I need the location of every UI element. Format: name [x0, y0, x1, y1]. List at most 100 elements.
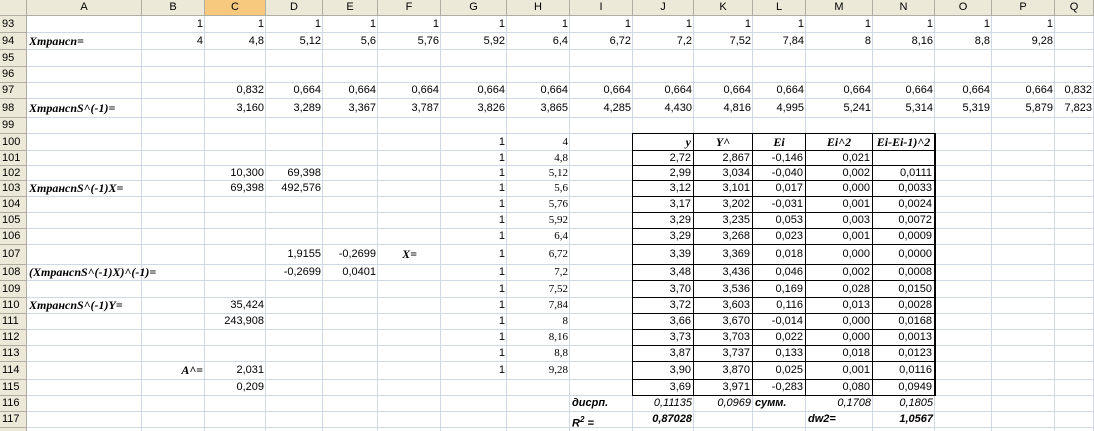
row-header-99[interactable]: 99 — [0, 118, 27, 134]
cell-h98[interactable]: 3,865 — [507, 99, 570, 118]
residual-cell-14-2[interactable]: 3,870 — [694, 362, 753, 380]
cell-d102[interactable]: 69,398 — [266, 166, 323, 181]
column-header-p[interactable]: P — [992, 0, 1055, 16]
cell-l97[interactable]: 0,664 — [753, 83, 806, 99]
x-matrix-value-13[interactable]: 8,16 — [507, 330, 570, 346]
x-matrix-value-15[interactable]: 9,28 — [507, 362, 570, 380]
cell-m98[interactable]: 5,241 — [806, 99, 873, 118]
residual-cell-5-5[interactable]: 0,0072 — [873, 213, 935, 229]
row-header-115[interactable]: 115 — [0, 380, 27, 396]
residual-cell-3-1[interactable]: 3,12 — [633, 181, 694, 197]
cell-e97[interactable]: 0,664 — [323, 83, 378, 99]
cell-q97[interactable]: 0,832 — [1055, 83, 1094, 99]
cell-j97[interactable]: 0,664 — [633, 83, 694, 99]
column-header-d[interactable]: D — [266, 0, 323, 16]
residual-cell-9-2[interactable]: 3,536 — [694, 281, 753, 298]
residual-cell-11-4[interactable]: 0,000 — [806, 314, 873, 330]
cell-k98[interactable]: 4,816 — [694, 99, 753, 118]
residual-cell-15-3[interactable]: -0,283 — [753, 380, 806, 396]
x-matrix-one-15[interactable]: 1 — [441, 362, 507, 380]
residual-cell-4-1[interactable]: 3,17 — [633, 197, 694, 213]
column-header-o[interactable]: O — [935, 0, 992, 16]
x-matrix-one-14[interactable]: 1 — [441, 346, 507, 362]
x-matrix-value-2[interactable]: 4,8 — [507, 151, 570, 166]
sum-label[interactable]: сумм. — [753, 396, 806, 412]
x-matrix-one-8[interactable]: 1 — [441, 245, 507, 265]
residual-header-2[interactable]: Y^ — [694, 134, 753, 151]
durbin-watson-value[interactable]: 1,0567 — [873, 412, 935, 428]
residual-cell-5-4[interactable]: 0,003 — [806, 213, 873, 229]
cell-a108[interactable]: (XтранспS^(-1)X)^(-1)= — [27, 265, 156, 281]
cell-i93[interactable]: 1 — [570, 16, 633, 33]
residual-cell-13-3[interactable]: 0,133 — [753, 346, 806, 362]
r-squared-value[interactable]: 0,87028 — [633, 412, 694, 428]
cell-h93[interactable]: 1 — [507, 16, 570, 33]
column-header-b[interactable]: B — [142, 0, 205, 16]
cell-k93[interactable]: 1 — [694, 16, 753, 33]
cell-d94[interactable]: 5,12 — [266, 33, 323, 50]
cell-a98[interactable]: XтранспS^(-1)= — [27, 99, 142, 118]
residual-cell-13-2[interactable]: 3,737 — [694, 346, 753, 362]
residual-header-5[interactable]: Ei-Ei-1)^2 — [873, 134, 935, 151]
residual-cell-12-3[interactable]: 0,022 — [753, 330, 806, 346]
x-matrix-value-7[interactable]: 6,4 — [507, 229, 570, 245]
residual-header-3[interactable]: Ei — [753, 134, 806, 151]
cell-c98[interactable]: 3,160 — [205, 99, 266, 118]
residual-cell-2-5[interactable]: 0,0111 — [873, 166, 935, 181]
x-matrix-value-8[interactable]: 6,72 — [507, 245, 570, 265]
cell-c93[interactable]: 1 — [205, 16, 266, 33]
cell-n94[interactable]: 8,16 — [873, 33, 935, 50]
x-matrix-one-11[interactable]: 1 — [441, 298, 507, 314]
column-header-g[interactable]: G — [441, 0, 507, 16]
row-header-109[interactable]: 109 — [0, 281, 27, 298]
cell-a94[interactable]: Xтрансп= — [27, 33, 142, 50]
x-matrix-value-5[interactable]: 5,76 — [507, 197, 570, 213]
row-header-93[interactable]: 93 — [0, 16, 27, 33]
x-matrix-one-2[interactable]: 1 — [441, 151, 507, 166]
cell-d108[interactable]: -0,2699 — [266, 265, 323, 281]
x-matrix-value-11[interactable]: 7,84 — [507, 298, 570, 314]
cell-o98[interactable]: 5,319 — [935, 99, 992, 118]
cell-a103[interactable]: XтранспS^(-1)X= — [27, 181, 142, 197]
cell-f97[interactable]: 0,664 — [378, 83, 441, 99]
residual-cell-14-5[interactable]: 0,0116 — [873, 362, 935, 380]
residual-cell-7-3[interactable]: 0,018 — [753, 245, 806, 265]
spreadsheet-grid[interactable]: ABCDEFGHIJKLMNOPQ 93 94 95 96 97 98 99 100 101 10… — [0, 0, 1094, 431]
row-header-114[interactable]: 114 — [0, 362, 27, 380]
cell-j94[interactable]: 7,2 — [633, 33, 694, 50]
x-matrix-one-9[interactable]: 1 — [441, 265, 507, 281]
residual-cell-11-5[interactable]: 0,0168 — [873, 314, 935, 330]
residual-cell-10-3[interactable]: 0,116 — [753, 298, 806, 314]
residual-cell-3-2[interactable]: 3,101 — [694, 181, 753, 197]
cell-i94[interactable]: 6,72 — [570, 33, 633, 50]
cell-e94[interactable]: 5,6 — [323, 33, 378, 50]
residual-cell-11-1[interactable]: 3,66 — [633, 314, 694, 330]
residual-cell-12-2[interactable]: 3,703 — [694, 330, 753, 346]
cell-c115[interactable]: 0,209 — [205, 380, 266, 396]
residual-header-4[interactable]: Ei^2 — [806, 134, 873, 151]
x-matrix-one-5[interactable]: 1 — [441, 197, 507, 213]
row-header-110[interactable]: 110 — [0, 298, 27, 314]
dispersion-yhat[interactable]: 0,0969 — [694, 396, 753, 412]
row-header-97[interactable]: 97 — [0, 83, 27, 99]
residual-cell-7-4[interactable]: 0,000 — [806, 245, 873, 265]
residual-cell-9-1[interactable]: 3,70 — [633, 281, 694, 298]
cell-d107[interactable]: 1,9155 — [266, 245, 323, 265]
residual-cell-7-2[interactable]: 3,369 — [694, 245, 753, 265]
cell-k94[interactable]: 7,52 — [694, 33, 753, 50]
residual-cell-5-1[interactable]: 3,29 — [633, 213, 694, 229]
cell-b93[interactable]: 1 — [142, 16, 205, 33]
residual-cell-8-1[interactable]: 3,48 — [633, 265, 694, 281]
cell-o93[interactable]: 1 — [935, 16, 992, 33]
residual-cell-13-4[interactable]: 0,018 — [806, 346, 873, 362]
residual-cell-3-5[interactable]: 0,0033 — [873, 181, 935, 197]
cell-p93[interactable]: 1 — [992, 16, 1055, 33]
row-header-104[interactable]: 104 — [0, 197, 27, 213]
residual-cell-5-2[interactable]: 3,235 — [694, 213, 753, 229]
cell-b94[interactable]: 4 — [142, 33, 205, 50]
residual-cell-11-2[interactable]: 3,670 — [694, 314, 753, 330]
residual-cell-1-3[interactable]: -0,146 — [753, 151, 806, 166]
row-header-94[interactable]: 94 — [0, 33, 27, 50]
cell-o94[interactable]: 8,8 — [935, 33, 992, 50]
cell-e93[interactable]: 1 — [323, 16, 378, 33]
